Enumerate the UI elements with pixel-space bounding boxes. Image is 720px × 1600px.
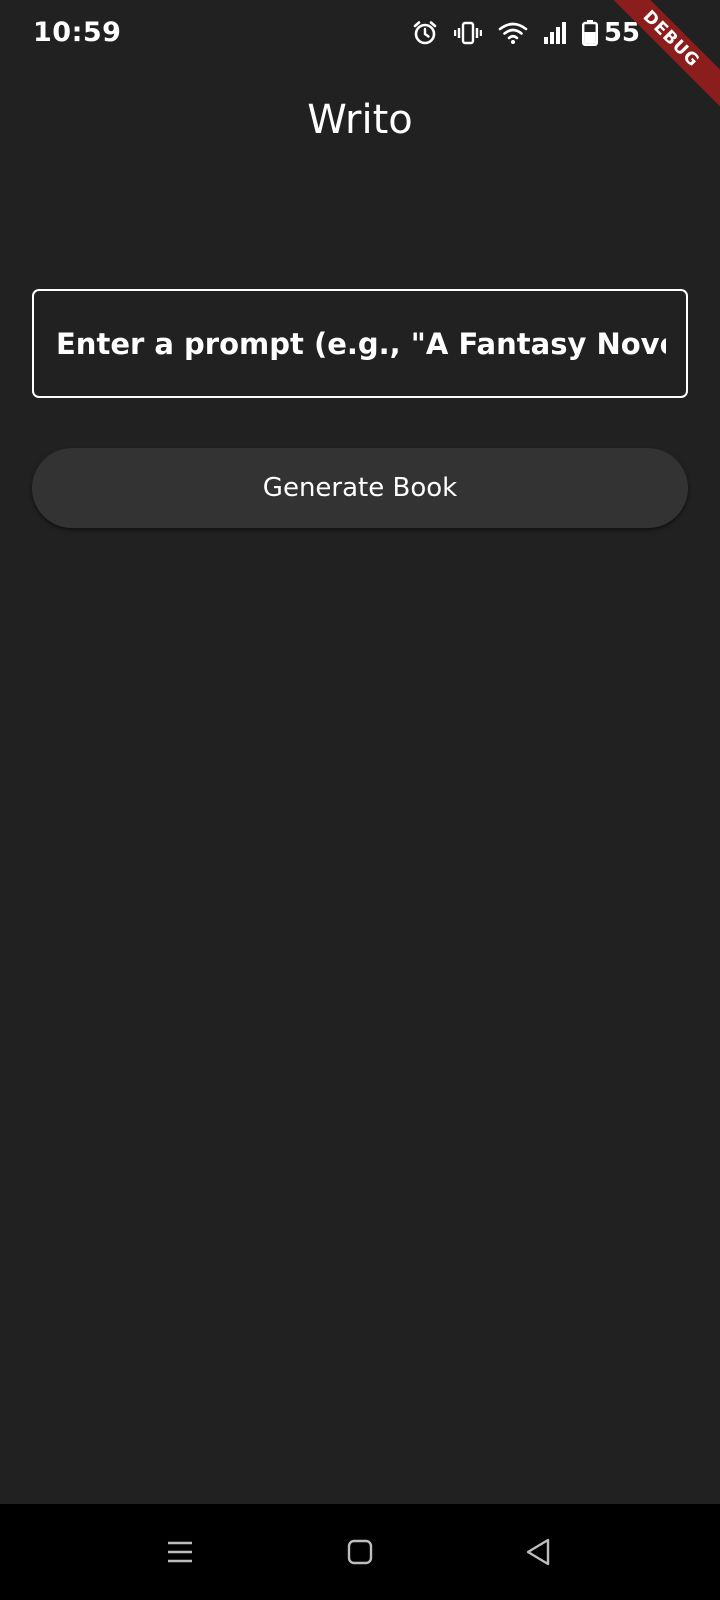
alarm-icon	[412, 20, 438, 46]
navigation-bar	[0, 1504, 720, 1600]
nav-home-button[interactable]	[338, 1532, 382, 1576]
status-time: 10:59	[33, 17, 122, 48]
page-title: Writo	[307, 97, 413, 143]
nav-menu-button[interactable]	[158, 1532, 202, 1576]
back-icon	[525, 1538, 551, 1570]
generate-book-button[interactable]: Generate Book	[32, 448, 688, 528]
wifi-icon	[498, 21, 528, 45]
home-icon	[347, 1539, 373, 1569]
prompt-input[interactable]	[56, 291, 666, 396]
prompt-field[interactable]	[32, 289, 688, 398]
menu-icon	[167, 1540, 193, 1568]
vibrate-icon	[453, 21, 482, 45]
nav-back-button[interactable]	[516, 1532, 560, 1576]
signal-icon	[543, 22, 566, 44]
battery-icon	[581, 20, 598, 46]
app-screen: 10:59 55 DEBUG Writo Enter a prompt (e.g…	[0, 0, 720, 1600]
